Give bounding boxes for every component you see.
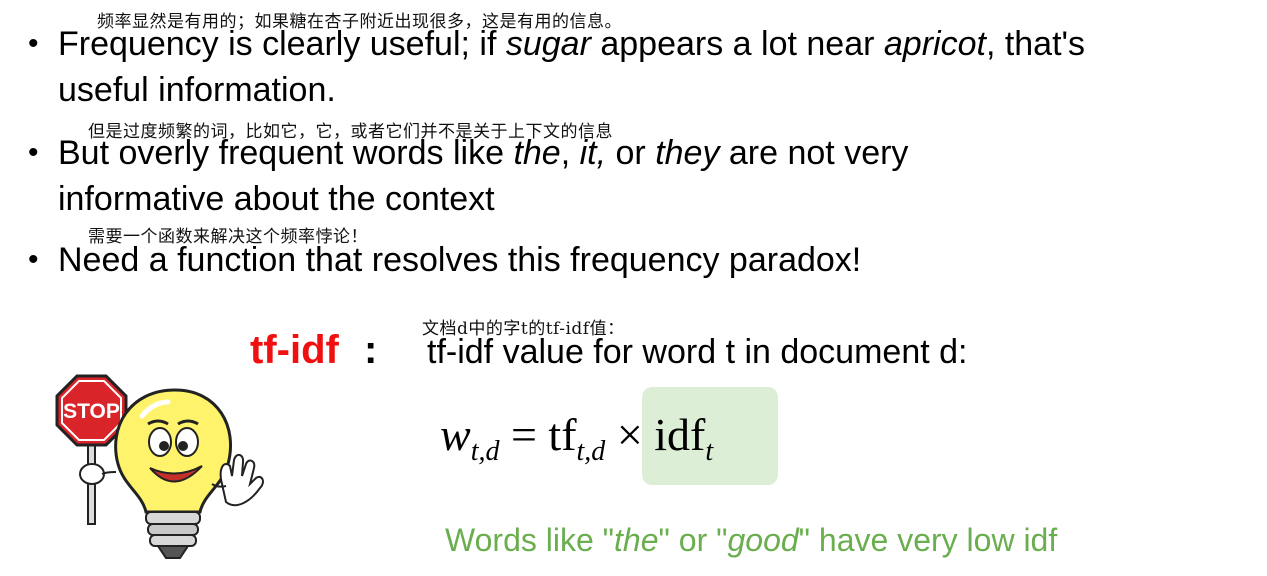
tfidf-label: tf-idf — [250, 328, 339, 372]
bullet-dot: • — [28, 136, 39, 169]
idf-note: Words like "the" or "good" have very low… — [445, 522, 1058, 558]
bullet-2-line-1: But overly frequent words like the, it, … — [58, 134, 909, 172]
bullet-3-line-1: Need a function that resolves this frequ… — [58, 241, 862, 279]
tfidf-formula: wt,d = tft,d × idft — [440, 409, 714, 467]
bulb-base — [156, 545, 190, 559]
bullet-dot: • — [28, 27, 39, 60]
bullet-dot: • — [28, 243, 39, 276]
tfidf-colon: : — [364, 328, 378, 372]
bullet-1-line-1: Frequency is clearly useful; if sugar ap… — [58, 25, 1086, 63]
lightbulb-icon — [114, 388, 233, 514]
bullet-2-line-2: informative about the context — [58, 180, 495, 218]
tfidf-description: tf-idf value for word t in document d: — [427, 333, 968, 371]
left-hand — [79, 463, 105, 485]
right-eye — [175, 427, 199, 457]
stop-sign-text: STOP — [63, 400, 120, 423]
stop-lightbulb-illustration: STOP — [55, 374, 264, 559]
bullet-1-line-2: useful information. — [58, 71, 336, 109]
left-eye — [148, 427, 172, 457]
